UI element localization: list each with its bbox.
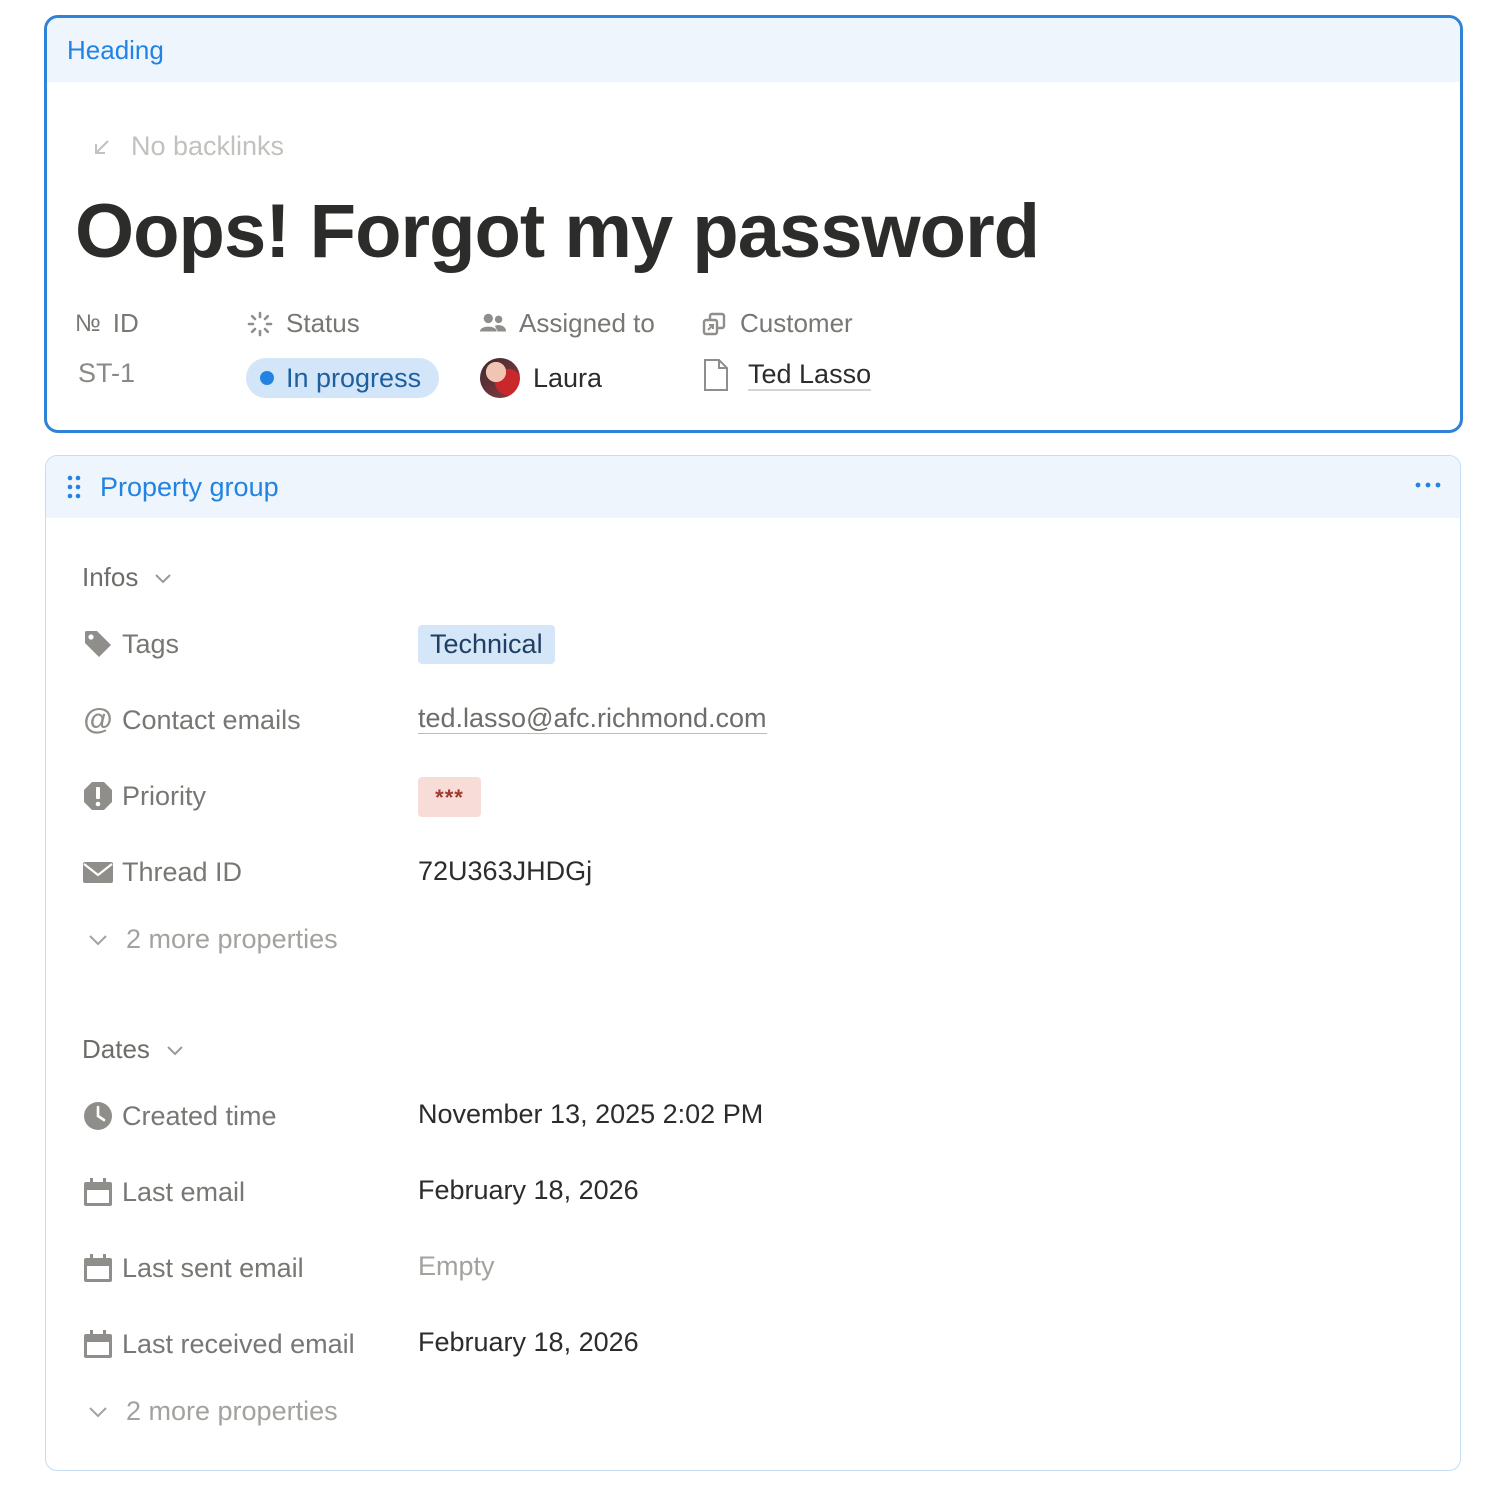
chevron-down-icon [167,1045,183,1055]
property-header-assigned-to-label: Assigned to [519,308,655,338]
document-icon [704,359,728,391]
last-received-email-label: Last received email [122,1328,355,1359]
calendar-icon [84,1178,112,1206]
property-header-id-label: ID [112,308,139,338]
property-label-tags[interactable]: Tags [82,628,179,660]
property-group-block[interactable]: Property group Infos Tags Technical @ Co… [45,455,1461,1471]
thread-id-label: Thread ID [122,856,243,887]
property-value-tags[interactable]: Technical [418,625,555,664]
priority-alert-icon [84,782,112,810]
property-header-assigned-to[interactable]: Assigned to [479,308,655,339]
more-properties-dates[interactable]: 2 more properties [88,1396,338,1427]
property-value-contact-emails[interactable]: ted.lasso@afc.richmond.com [418,703,767,734]
calendar-icon [84,1254,112,1282]
property-header-customer[interactable]: Customer [700,308,853,339]
chevron-down-icon [89,934,107,945]
more-properties-infos[interactable]: 2 more properties [88,924,338,955]
property-value-last-received-email[interactable]: February 18, 2026 [418,1327,639,1358]
more-properties-label: 2 more properties [126,924,338,954]
property-label-thread-id[interactable]: Thread ID [82,856,242,888]
last-email-label: Last email [122,1176,246,1207]
at-sign-icon: @ [83,703,113,736]
property-value-priority[interactable]: *** [418,777,481,817]
property-value-assigned-to[interactable]: Laura [480,358,602,398]
relation-icon [702,312,726,335]
priority-chip[interactable]: *** [418,777,481,817]
avatar [480,358,520,398]
page-title[interactable]: Oops! Forgot my password [75,188,1040,275]
property-header-status-label: Status [286,308,360,338]
property-label-priority[interactable]: Priority [82,780,206,812]
drag-handle-icon[interactable] [66,474,82,500]
mail-icon [83,862,113,883]
tag-icon [85,631,111,657]
calendar-icon [84,1330,112,1358]
heading-block-header: Heading [47,18,1460,82]
contact-emails-label: Contact emails [122,704,301,735]
property-label-last-sent-email[interactable]: Last sent email [82,1252,304,1284]
last-sent-email-label: Last sent email [122,1252,304,1283]
more-options-icon[interactable] [1414,478,1442,492]
clock-icon [84,1102,112,1130]
property-group-header: Property group [46,456,1460,518]
chevron-down-icon [155,573,172,583]
property-value-thread-id[interactable]: 72U363JHDGj [418,856,592,887]
property-label-last-received-email[interactable]: Last received email [82,1328,355,1360]
heading-block[interactable]: Heading No backlinks Oops! Forgot my pas… [44,15,1463,433]
section-label-dates: Dates [82,1034,150,1064]
property-header-customer-label: Customer [740,308,853,338]
property-label-created-time[interactable]: Created time [82,1100,277,1132]
email-link[interactable]: ted.lasso@afc.richmond.com [418,703,767,734]
property-label-contact-emails[interactable]: @ Contact emails [82,703,301,736]
status-badge[interactable]: In progress [246,358,440,398]
property-header-status[interactable]: Status [246,308,360,339]
section-toggle-infos[interactable]: Infos [82,562,172,593]
property-value-customer[interactable]: Ted Lasso [702,358,872,392]
status-pill[interactable]: In progress [246,358,440,398]
property-value-last-sent-email[interactable]: Empty [418,1251,495,1282]
more-properties-label: 2 more properties [126,1396,338,1426]
property-value-id[interactable]: ST-1 [78,358,135,389]
property-value-last-email[interactable]: February 18, 2026 [418,1175,639,1206]
customer-link[interactable]: Ted Lasso [748,359,872,391]
status-spinner-icon [247,311,273,336]
created-time-label: Created time [122,1100,277,1131]
number-icon: № [75,309,101,337]
section-toggle-dates[interactable]: Dates [82,1034,184,1065]
property-header-id[interactable]: № ID [75,308,139,339]
people-icon [479,313,507,331]
heading-block-label: Heading [67,34,164,65]
arrow-down-left-icon [95,139,109,154]
chevron-down-icon [89,1406,107,1417]
assignee-name: Laura [533,362,603,393]
property-label-last-email[interactable]: Last email [82,1176,245,1208]
status-value: In progress [286,362,422,393]
property-value-created-time[interactable]: November 13, 2025 2:02 PM [418,1099,763,1130]
backlinks-button[interactable]: No backlinks [91,131,284,162]
tags-label: Tags [122,628,180,659]
status-dot-icon [260,371,274,385]
property-group-label: Property group [100,471,279,502]
priority-label: Priority [122,780,207,811]
section-label-infos: Infos [82,562,139,592]
tag-chip[interactable]: Technical [418,625,555,664]
backlinks-label: No backlinks [131,131,285,161]
